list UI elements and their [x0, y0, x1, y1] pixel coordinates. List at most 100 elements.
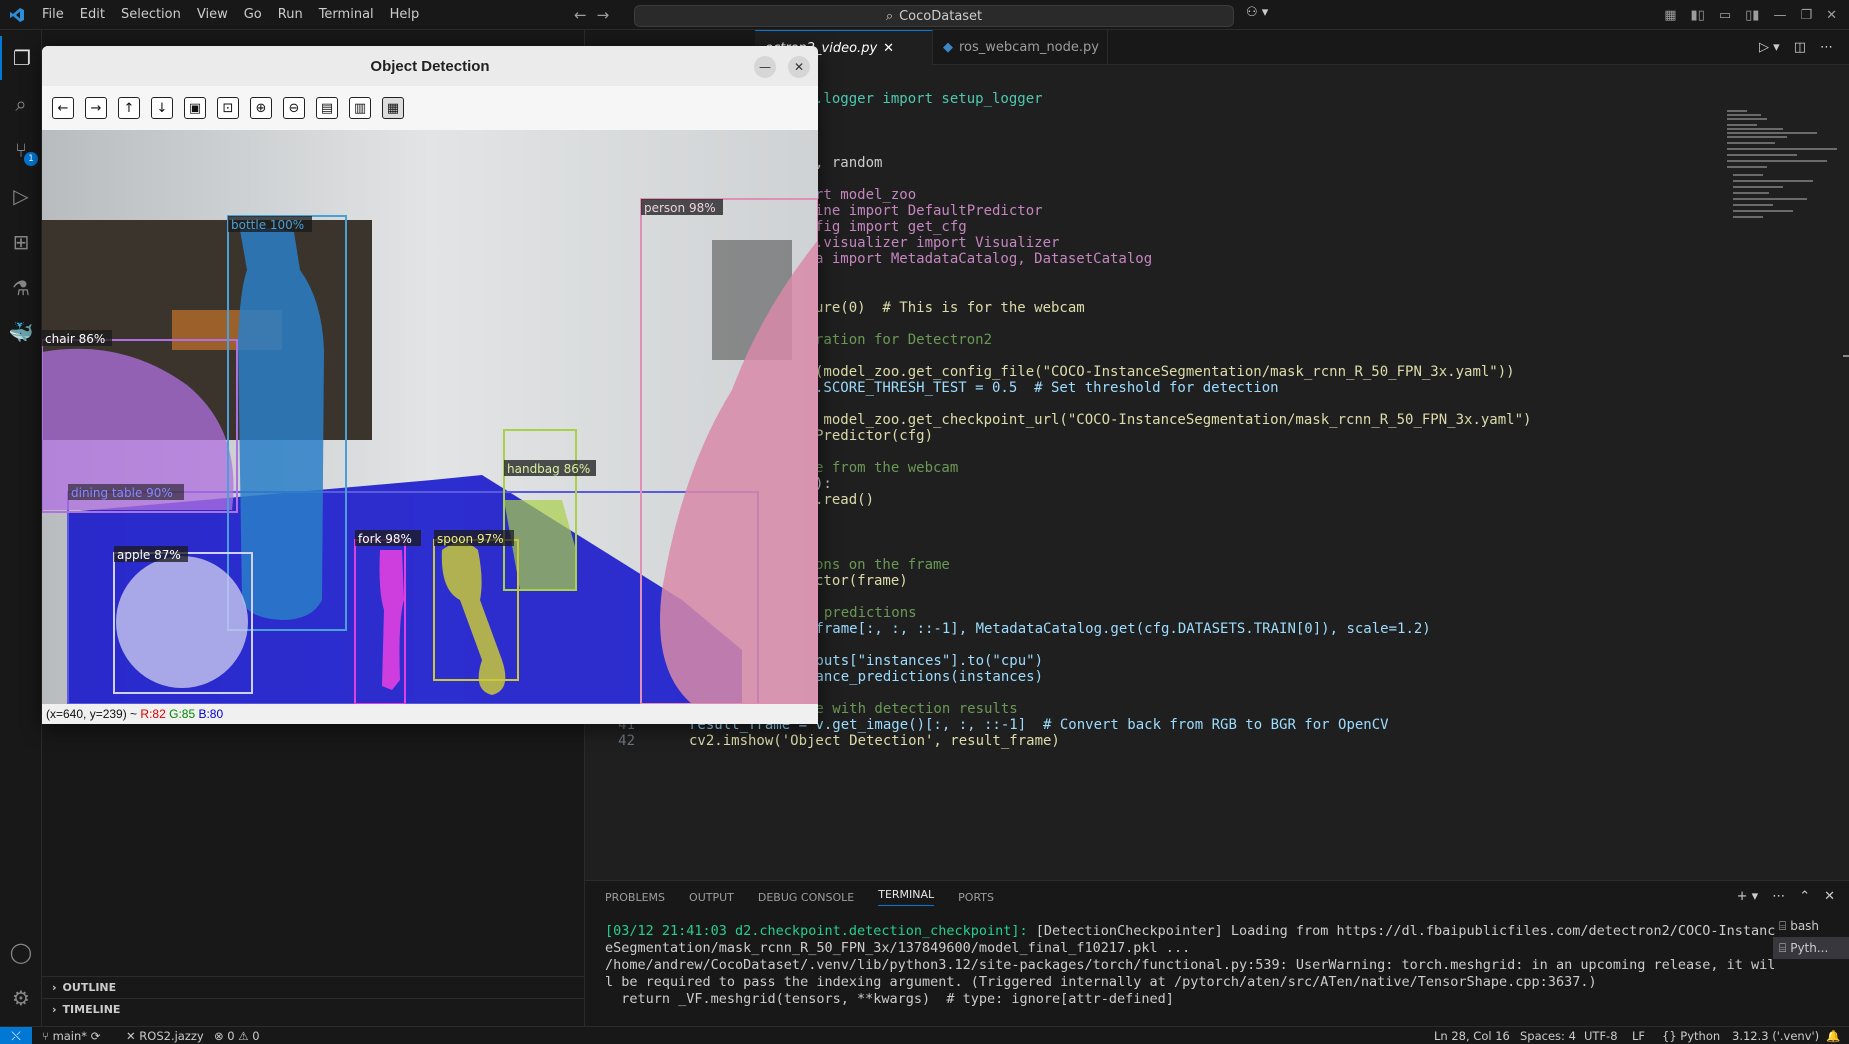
- terminal-line: eSegmentation/mask_rcnn_R_50_FPN_3x/1378…: [605, 940, 1191, 956]
- remote-indicator-icon[interactable]: ⤬: [0, 1027, 32, 1044]
- menu-file[interactable]: File: [34, 0, 72, 30]
- tab-output[interactable]: OUTPUT: [689, 891, 734, 904]
- close-tab-icon[interactable]: ✕: [883, 41, 894, 56]
- zoom-out-icon[interactable]: ⊖: [283, 97, 305, 119]
- menu-terminal[interactable]: Terminal: [311, 0, 382, 30]
- zoom-in-icon[interactable]: ⊕: [250, 97, 272, 119]
- encoding[interactable]: UTF-8: [1584, 1027, 1618, 1044]
- pixel-coords: (x=640, y=239) ~: [46, 707, 138, 721]
- search-view-icon[interactable]: ⌕: [0, 82, 42, 126]
- tab-debug-console[interactable]: DEBUG CONSOLE: [758, 891, 854, 904]
- notifications-bell-icon[interactable]: 🔔: [1826, 1027, 1840, 1044]
- outline-section[interactable]: › OUTLINE: [42, 976, 585, 998]
- ros-version: ROS2.jazzy: [139, 1029, 204, 1043]
- chevron-right-icon: ›: [52, 1003, 57, 1016]
- new-terminal-icon[interactable]: + ▾: [1737, 889, 1759, 904]
- toggle-sidebar-icon[interactable]: ▮▯: [1691, 8, 1705, 23]
- close-window-icon[interactable]: ✕: [1826, 8, 1837, 23]
- python-interpreter[interactable]: 3.12.3 ('.venv'): [1732, 1027, 1819, 1044]
- tab-problems[interactable]: PROBLEMS: [605, 891, 665, 904]
- copy-clipboard-icon[interactable]: ▥: [349, 97, 371, 119]
- menu-edit[interactable]: Edit: [72, 0, 113, 30]
- terminal-icon: ⌸: [1779, 918, 1787, 933]
- pixel-r: R:82: [140, 707, 166, 721]
- menu-view[interactable]: View: [189, 0, 236, 30]
- explorer-icon[interactable]: ❐: [0, 36, 42, 80]
- terminal-item-python[interactable]: ⌸ Pyth...: [1773, 937, 1849, 959]
- source-control-icon[interactable]: ⑂ 1: [0, 128, 42, 172]
- run-debug-icon[interactable]: ▷: [0, 174, 42, 218]
- tab-ports[interactable]: PORTS: [958, 891, 994, 904]
- branch-name: main*: [52, 1029, 88, 1043]
- testing-icon[interactable]: ⚗: [0, 266, 42, 310]
- save-image-icon[interactable]: ▤: [316, 97, 338, 119]
- activity-bar: ❐ ⌕ ⑂ 1 ▷ ⊞ ⚗ 🐳 ◯ ⚙: [0, 30, 42, 1026]
- image-toolbar: ← → ↑ ↓ ▣ ⊡ ⊕ ⊖ ▤ ▥ ▦: [42, 86, 818, 130]
- more-actions-icon[interactable]: ⋯: [1820, 40, 1833, 55]
- search-label: CocoDataset: [899, 8, 983, 24]
- toggle-panel-icon[interactable]: ▭: [1719, 8, 1731, 23]
- pixel-status-bar: (x=640, y=239) ~ R:82 G:85 B:80: [42, 704, 818, 724]
- bottom-panel: PROBLEMS OUTPUT DEBUG CONSOLE TERMINAL P…: [585, 880, 1849, 1026]
- restore-window-icon[interactable]: ❐: [1800, 8, 1812, 23]
- menu-run[interactable]: Run: [270, 0, 311, 30]
- ros-indicator[interactable]: ✕ ROS2.jazzy: [126, 1027, 204, 1044]
- copilot-icon[interactable]: ⚇ ▾: [1246, 5, 1268, 20]
- zoom-original-icon[interactable]: ▣: [184, 97, 206, 119]
- apple-label: apple 87%: [117, 548, 181, 562]
- back-arrow-icon[interactable]: ←: [574, 6, 587, 24]
- layout-toggle-icon[interactable]: ▦: [1664, 8, 1676, 23]
- detection-image[interactable]: bottle 100% person 98% chair 86% dining …: [42, 130, 818, 704]
- close-panel-icon[interactable]: ✕: [1824, 889, 1835, 904]
- outline-title: OUTLINE: [62, 981, 117, 994]
- close-window-icon[interactable]: ✕: [788, 56, 810, 78]
- search-icon: ⌕: [885, 8, 894, 24]
- minimize-window-icon[interactable]: —: [754, 56, 776, 78]
- tab-label: ros_webcam_node.py: [959, 40, 1099, 55]
- properties-icon[interactable]: ▦: [382, 97, 404, 119]
- pan-right-icon[interactable]: →: [85, 97, 107, 119]
- panel-more-icon[interactable]: ⋯: [1772, 889, 1785, 904]
- menu-go[interactable]: Go: [236, 0, 270, 30]
- tab-ros-webcam-node[interactable]: ◆ ros_webcam_node.py: [933, 30, 1108, 65]
- line-ending[interactable]: LF: [1632, 1027, 1645, 1044]
- forward-arrow-icon[interactable]: →: [597, 6, 610, 24]
- timeline-title: TIMELINE: [62, 1003, 121, 1016]
- docker-icon[interactable]: 🐳: [0, 310, 42, 354]
- dining-table-label: dining table 90%: [71, 486, 173, 500]
- command-center-search[interactable]: ⌕ CocoDataset: [634, 5, 1234, 27]
- person-label: person 98%: [644, 201, 716, 215]
- maximize-panel-icon[interactable]: ⌃: [1799, 889, 1810, 904]
- split-editor-icon[interactable]: ◫: [1794, 40, 1806, 55]
- toggle-secondary-sidebar-icon[interactable]: ▯▮: [1745, 8, 1759, 23]
- menu-selection[interactable]: Selection: [113, 0, 189, 30]
- terminal-icon: ⌸: [1779, 940, 1787, 955]
- handbag-label: handbag 86%: [507, 462, 590, 476]
- indentation[interactable]: Spaces: 4: [1520, 1027, 1576, 1044]
- minimap[interactable]: [1725, 110, 1845, 230]
- tab-terminal[interactable]: TERMINAL: [878, 888, 935, 906]
- run-python-file-icon[interactable]: ▷ ▾: [1759, 40, 1780, 55]
- manage-gear-icon[interactable]: ⚙: [0, 976, 42, 1020]
- menu-help[interactable]: Help: [382, 0, 428, 30]
- pan-down-icon[interactable]: ↓: [151, 97, 173, 119]
- pan-up-icon[interactable]: ↑: [118, 97, 140, 119]
- pan-left-icon[interactable]: ←: [52, 97, 74, 119]
- zoom-fit-icon[interactable]: ⊡: [217, 97, 239, 119]
- extensions-icon[interactable]: ⊞: [0, 220, 42, 264]
- terminal-item-bash[interactable]: ⌸ bash: [1773, 915, 1849, 937]
- minimize-window-icon[interactable]: —: [1773, 8, 1786, 23]
- cursor-position[interactable]: Ln 28, Col 16: [1434, 1027, 1510, 1044]
- panel-tabs: PROBLEMS OUTPUT DEBUG CONSOLE TERMINAL P…: [605, 881, 994, 913]
- branch-indicator[interactable]: ⑂ main* ⟳: [42, 1027, 100, 1044]
- bottle-label: bottle 100%: [231, 218, 304, 232]
- timeline-section[interactable]: › TIMELINE: [42, 998, 585, 1020]
- accounts-icon[interactable]: ◯: [0, 930, 42, 974]
- terminal-line: l be required to pass the indexing argum…: [605, 974, 1597, 990]
- language-mode[interactable]: {} Python: [1662, 1027, 1720, 1044]
- problems-indicator[interactable]: ⊗ 0 ⚠ 0: [214, 1027, 260, 1044]
- terminal-line: [03/12 21:41:03 d2.checkpoint.detection_…: [605, 923, 1775, 939]
- terminal-output[interactable]: [03/12 21:41:03 d2.checkpoint.detection_…: [605, 923, 1849, 1008]
- chevron-right-icon: ›: [52, 981, 57, 994]
- fork-label: fork 98%: [358, 532, 412, 546]
